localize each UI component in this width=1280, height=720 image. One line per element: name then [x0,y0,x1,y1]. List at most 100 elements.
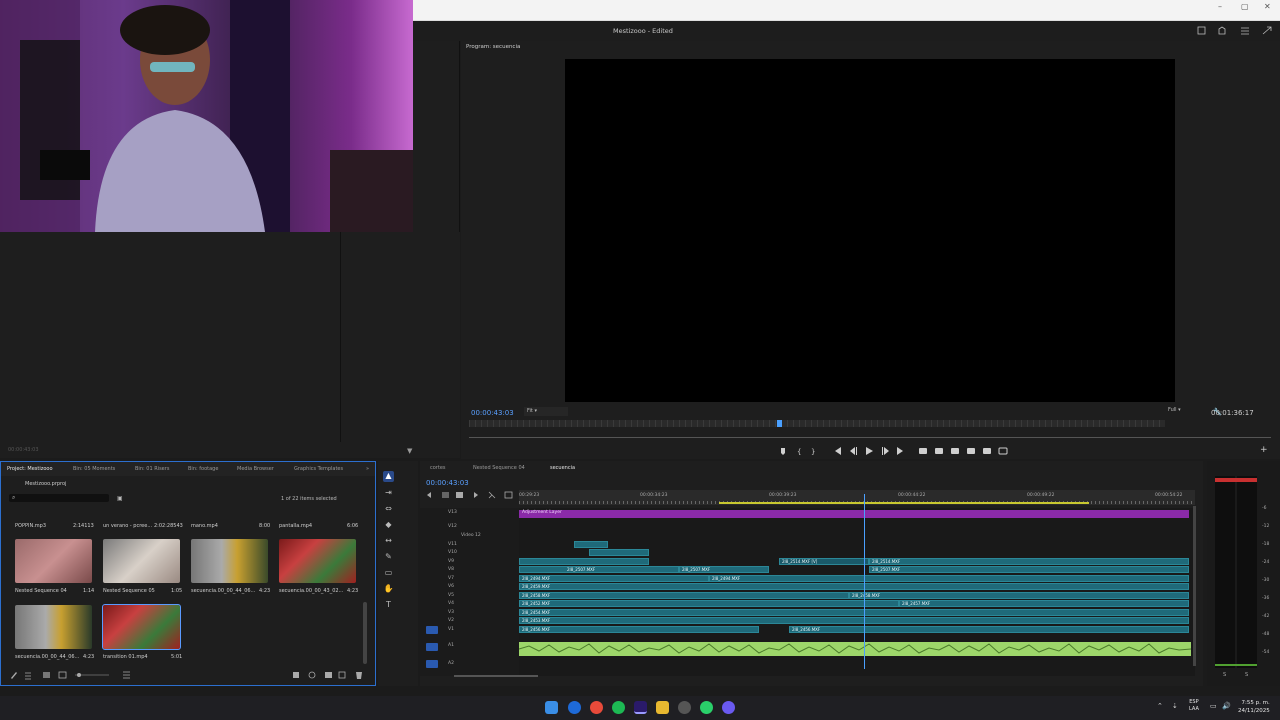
tab-sequence-secuencia[interactable]: secuencia [550,465,575,471]
selection-tool-icon[interactable]: ▲ [383,471,394,482]
pen-tool-icon[interactable]: ✎ [383,552,394,563]
timeline-clip[interactable]: 2I8_2453.MXF [519,617,1189,624]
file-explorer-icon[interactable] [656,701,669,714]
slip-tool-icon[interactable]: ↔ [383,536,394,547]
input-language[interactable]: ESP LAA [1189,699,1199,713]
premiere-pro-icon[interactable] [634,701,647,714]
project-scrollbar[interactable] [363,602,367,664]
transport-controls[interactable]: { } [777,445,1017,457]
v1-source-patch[interactable] [426,626,438,634]
timeline-tools[interactable] [425,490,517,500]
project-item-label[interactable]: POPPIN.mp3 [15,523,46,529]
add-button-icon[interactable]: + [1260,445,1268,455]
program-playhead[interactable] [777,420,782,427]
tab-bin-footage[interactable]: Bin: footage [188,466,218,472]
timeline-clip[interactable]: 2I8_2494.MXF [519,575,709,582]
project-item-label[interactable]: Nested Sequence 05 [103,588,155,594]
razor-tool-icon[interactable]: ◆ [383,520,394,531]
timeline-clip[interactable] [574,541,608,548]
discord-icon[interactable] [722,701,735,714]
program-timecode[interactable]: 00:00:43:03 [471,409,514,417]
project-item-label[interactable]: secuencia.00_00_43_02... [279,588,343,594]
tab-graphics-templates[interactable]: Graphics Templates [294,466,343,472]
timeline-clip[interactable] [589,549,649,556]
timeline-timecode[interactable]: 00:00:43:03 [426,479,469,487]
a2-source-patch[interactable] [426,660,438,668]
thumbnail[interactable] [15,539,92,583]
thumbnail[interactable] [279,539,356,583]
tab-project[interactable]: Project: Mestizooo [7,466,53,472]
audio-clip[interactable] [518,642,1192,656]
timeline-clip[interactable] [519,558,649,565]
program-panel-title[interactable]: Program: secuencia [466,44,520,50]
project-item-label[interactable]: pantalla.mp4 [279,523,312,529]
timeline-playhead[interactable] [864,494,865,669]
thumbnail-selected[interactable] [102,604,181,650]
tab-bin-risers[interactable]: Bin: 01 Risers [135,466,169,472]
close-button[interactable]: ✕ [1264,2,1271,11]
a1-source-patch[interactable] [426,643,438,651]
hand-tool-icon[interactable]: ✋ [383,584,394,595]
timeline-clip[interactable]: 2I8_2514.MXF [V] [779,558,869,565]
tray-app-icon[interactable]: ⇣ [1172,702,1178,710]
timeline-clip[interactable]: 2I8_2456.MXF [789,626,1189,633]
project-item-label[interactable]: transition 01.mp4 [103,654,148,660]
tab-nested-sequence-04[interactable]: Nested Sequence 04 [473,465,525,471]
thumbnail[interactable] [191,539,268,583]
timeline-zoom-scrollbar[interactable] [454,675,538,677]
project-search-input[interactable]: ⌕ [9,494,109,502]
thumbnail[interactable] [103,539,180,583]
zoom-fit-select[interactable]: Fit ▾ [524,407,568,416]
thumbnail[interactable] [15,605,92,649]
more-tabs-icon[interactable]: » [366,466,369,472]
project-item-label[interactable]: secuencia.00_00_44_06... [15,654,79,660]
network-icon[interactable]: ▭ [1210,702,1217,710]
tab-media-browser[interactable]: Media Browser [237,466,274,472]
adjustment-layer-clip[interactable]: Adjustment Layer [519,510,1189,518]
tab-bin-moments[interactable]: Bin: 05 Moments [73,466,115,472]
timeline-clip[interactable]: 2I8_2457.MXF [899,600,1189,607]
timeline-clip[interactable]: 2I8_2454.MXF [519,609,1189,616]
project-item-label[interactable]: Nested Sequence 04 [15,588,67,594]
project-item-label[interactable]: secuencia.00_00_44_06... [191,588,255,594]
timeline-clip[interactable]: 2I8_2507.MXF [869,566,1189,573]
track-select-tool-icon[interactable]: ⇥ [383,488,394,499]
type-tool-icon[interactable]: T [383,600,394,611]
chrome-icon[interactable] [590,701,603,714]
timeline-tracks[interactable]: Adjustment Layer 2I8_2507.MXF 2I8_2507.M… [518,508,1195,676]
program-scrubbar[interactable] [469,437,1271,438]
edge-icon[interactable] [568,701,581,714]
program-ruler[interactable] [469,420,1165,427]
timeline-ruler[interactable]: 00:29:23 00:00:34:23 00:00:39:23 00:00:4… [519,490,1195,505]
taskbar-clock[interactable]: 7:55 p. m. 24/11/2025 [1238,699,1270,715]
solo-left-button[interactable]: S [1223,672,1226,678]
filter-icon[interactable]: ▼ [407,447,412,455]
whatsapp-icon[interactable] [700,701,713,714]
timeline-clip[interactable]: 2I8_2458.MXF [849,592,1189,599]
timeline-clip[interactable]: 2I8_2507.MXF [679,566,769,573]
program-viewer[interactable] [565,59,1175,402]
timeline-clip[interactable]: 2I8_2514.MXF [869,558,1189,565]
project-footer-tools[interactable] [9,670,369,680]
settings-gear-icon[interactable] [678,701,691,714]
new-bin-icon[interactable]: ▣ [117,495,123,502]
tray-chevron-icon[interactable]: ⌃ [1157,702,1163,710]
timeline-clip[interactable]: 2I8_2458.MXF [519,592,849,599]
tab-sequence-cortes[interactable]: cortes [430,465,446,471]
solo-right-button[interactable]: S [1245,672,1248,678]
project-item-label[interactable]: mano.mp4 [191,523,218,529]
resolution-select[interactable]: Full ▾ [1168,407,1204,416]
maximize-button[interactable]: ▢ [1241,2,1249,11]
timeline-clip[interactable]: 2I8_2452.MXF [519,600,899,607]
timeline-clip[interactable]: 2I8_2494.MXF [709,575,1189,582]
spotify-icon[interactable] [612,701,625,714]
timeline-clip[interactable]: 2I8_2507.MXF [519,566,679,573]
rectangle-tool-icon[interactable]: ▭ [383,568,394,579]
project-item-label[interactable]: un verano - pcree... [103,523,152,529]
volume-icon[interactable]: 🔊 [1222,702,1231,710]
timeline-clip[interactable]: 2I8_2456.MXF [519,626,759,633]
minimize-button[interactable]: – [1218,2,1222,11]
timeline-v-scrollbar[interactable] [1193,506,1196,666]
timeline-clip[interactable]: 2I8_2459.MXF [519,583,1189,590]
ripple-edit-tool-icon[interactable]: ⇔ [383,504,394,515]
